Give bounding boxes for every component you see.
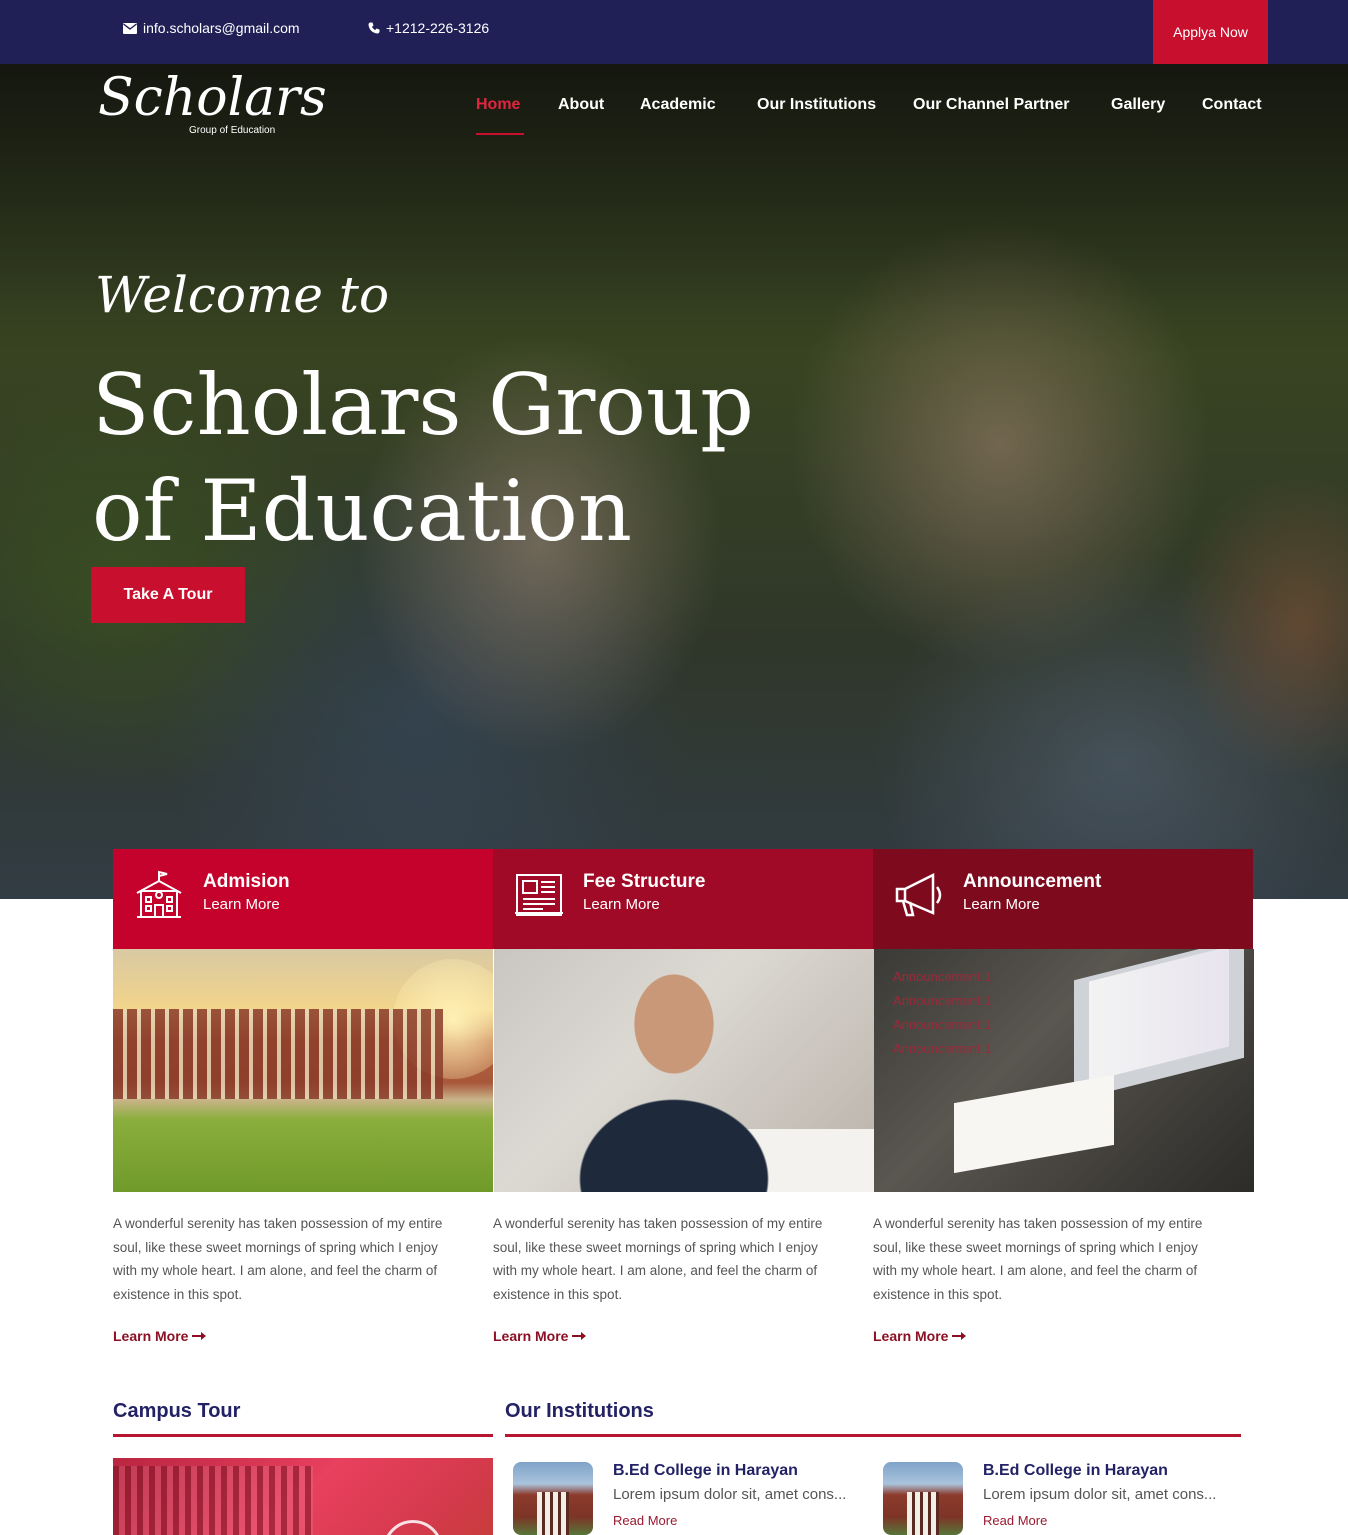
fee-structure-card-header[interactable]: Fee Structure Learn More: [493, 849, 873, 949]
institution-description: Lorem ipsum dolor sit, amet cons...: [983, 1486, 1217, 1503]
phone-contact[interactable]: +1212-226-3126: [368, 20, 489, 36]
email-contact[interactable]: info.scholars@gmail.com: [123, 20, 300, 36]
admission-learn-more[interactable]: Learn More: [203, 896, 280, 913]
fee-structure-learn-more-link[interactable]: Learn More: [493, 1328, 587, 1344]
take-a-tour-button[interactable]: Take A Tour: [91, 567, 245, 623]
announcement-learn-more-link[interactable]: Learn More: [873, 1328, 967, 1344]
notebook-shape: [954, 1074, 1114, 1174]
nav-home[interactable]: Home: [476, 96, 520, 114]
fee-structure-learn-more[interactable]: Learn More: [583, 896, 660, 913]
play-icon[interactable]: [383, 1520, 443, 1535]
logo-tagline: Group of Education: [189, 125, 276, 136]
student-laptop-image: Announcement 1 Announcement 1 Announceme…: [874, 949, 1254, 1192]
nav-contact[interactable]: Contact: [1202, 96, 1262, 114]
phone-text: +1212-226-3126: [386, 20, 490, 36]
logo-wordmark: Scholars: [98, 68, 327, 128]
institution-thumbnail: [513, 1462, 593, 1535]
institution-card[interactable]: B.Ed College in Harayan Lorem ipsum dolo…: [513, 1462, 873, 1535]
institutions-divider: [505, 1434, 1241, 1437]
institution-name[interactable]: B.Ed College in Harayan: [613, 1462, 798, 1480]
nav-active-indicator: [476, 133, 524, 135]
institution-name[interactable]: B.Ed College in Harayan: [983, 1462, 1168, 1480]
nav-our-institutions[interactable]: Our Institutions: [757, 96, 876, 114]
institutions-heading: Our Institutions: [505, 1400, 654, 1422]
nav-gallery[interactable]: Gallery: [1111, 96, 1165, 114]
teacher-figure: [574, 969, 774, 1192]
announcement-description: A wonderful serenity has taken possessio…: [873, 1216, 1203, 1302]
hero-headline: Scholars Group of Education: [92, 356, 754, 560]
top-bar: info.scholars@gmail.com +1212-226-3126 A…: [0, 0, 1348, 64]
announcement-card-header[interactable]: Announcement Learn More: [873, 849, 1253, 949]
envelope-icon: [123, 22, 137, 34]
announcement-item[interactable]: Announcement 1: [893, 1037, 991, 1061]
arrow-right-icon: [952, 1332, 967, 1340]
learn-more-label: Learn More: [873, 1328, 949, 1344]
announcement-item[interactable]: Announcement 1: [893, 989, 991, 1013]
campus-tour-divider: [113, 1434, 493, 1437]
admission-card-header[interactable]: Admision Learn More: [113, 849, 493, 949]
admission-learn-more-link[interactable]: Learn More: [113, 1328, 207, 1344]
institution-read-more[interactable]: Read More: [983, 1513, 1047, 1528]
hero-welcome: Welcome to: [95, 266, 390, 324]
arrow-right-icon: [192, 1332, 207, 1340]
campus-tour-heading: Campus Tour: [113, 1400, 241, 1422]
nav-channel-partner[interactable]: Our Channel Partner: [913, 96, 1069, 114]
building-facade: [113, 1009, 443, 1099]
nav-academic[interactable]: Academic: [640, 96, 716, 114]
admission-description: A wonderful serenity has taken possessio…: [113, 1216, 443, 1302]
announcement-title: Announcement: [963, 871, 1102, 892]
phone-icon: [368, 22, 380, 34]
campus-building-windows: [113, 1466, 313, 1535]
school-building-icon: [136, 870, 182, 918]
announcement-item[interactable]: Announcement 1: [893, 1013, 991, 1037]
institution-thumbnail: [883, 1462, 963, 1535]
megaphone-icon: [895, 872, 942, 917]
institution-description: Lorem ipsum dolor sit, amet cons...: [613, 1486, 847, 1503]
admission-title: Admision: [203, 871, 290, 892]
apply-now-button[interactable]: Applya Now: [1153, 0, 1268, 64]
campus-tour-video[interactable]: [113, 1458, 493, 1535]
arrow-right-icon: [572, 1332, 587, 1340]
institution-read-more[interactable]: Read More: [613, 1513, 677, 1528]
announcement-item[interactable]: Announcement 1: [893, 965, 991, 989]
institution-card[interactable]: B.Ed College in Harayan Lorem ipsum dolo…: [883, 1462, 1243, 1535]
teacher-image: [494, 949, 874, 1192]
announcement-learn-more[interactable]: Learn More: [963, 896, 1040, 913]
newspaper-icon: [515, 874, 563, 916]
campus-building-image: [113, 949, 493, 1192]
fee-structure-title: Fee Structure: [583, 871, 706, 892]
learn-more-label: Learn More: [113, 1328, 189, 1344]
learn-more-label: Learn More: [493, 1328, 569, 1344]
site-logo[interactable]: Scholars Group of Education: [98, 68, 327, 136]
announcement-list: Announcement 1 Announcement 1 Announceme…: [893, 965, 991, 1061]
email-text: info.scholars@gmail.com: [143, 20, 300, 36]
nav-about[interactable]: About: [558, 96, 604, 114]
fee-structure-description: A wonderful serenity has taken possessio…: [493, 1216, 823, 1302]
